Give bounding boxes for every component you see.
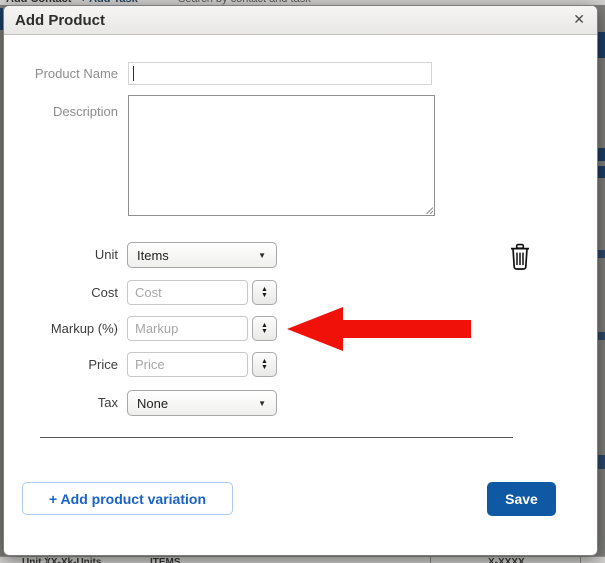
trash-icon[interactable] xyxy=(508,243,532,271)
background-fragment xyxy=(598,166,605,178)
background-fragment xyxy=(598,332,605,340)
spinner-down-icon[interactable]: ▼ xyxy=(261,328,268,335)
background-cell: ITEMS xyxy=(150,557,181,563)
price-stepper[interactable]: ▲ ▼ xyxy=(252,352,277,377)
screen: Add Contact + Add Task Search by contact… xyxy=(0,0,605,563)
unit-select-value: Items xyxy=(137,247,169,263)
description-textarea[interactable] xyxy=(128,95,435,216)
background-column-divider xyxy=(47,557,48,563)
chevron-down-icon: ▼ xyxy=(258,399,266,408)
resize-handle-icon[interactable] xyxy=(423,204,433,214)
product-name-input[interactable] xyxy=(128,62,432,85)
tax-select[interactable]: None ▼ xyxy=(127,390,277,416)
background-column-divider xyxy=(580,557,581,563)
add-product-modal: Add Product ✕ Product Name Description U… xyxy=(3,5,598,556)
unit-label: Unit xyxy=(94,247,118,262)
cost-stepper[interactable]: ▲ ▼ xyxy=(252,280,277,305)
modal-title: Add Product xyxy=(15,12,105,29)
modal-header: Add Product ✕ xyxy=(4,6,597,35)
background-cell: X-XXXX xyxy=(488,557,525,563)
tax-label: Tax xyxy=(97,395,118,410)
description-label: Description xyxy=(52,104,118,119)
add-product-variation-button[interactable]: + Add product variation xyxy=(22,482,233,515)
annotation-arrow-shaft xyxy=(341,320,471,338)
close-icon[interactable]: ✕ xyxy=(573,11,585,28)
price-input[interactable] xyxy=(127,352,248,377)
save-button[interactable]: Save xyxy=(487,482,556,516)
unit-select[interactable]: Items ▼ xyxy=(127,242,277,268)
product-name-label: Product Name xyxy=(34,66,118,81)
background-column-divider xyxy=(430,557,431,563)
spinner-down-icon[interactable]: ▼ xyxy=(261,292,268,299)
background-fragment xyxy=(598,250,605,258)
background-fragment xyxy=(598,455,605,469)
annotation-arrow-head xyxy=(287,307,343,351)
spinner-down-icon[interactable]: ▼ xyxy=(261,364,268,371)
background-table-row: Unit XX-Xk-Units ITEMS X-XXXX xyxy=(0,556,605,563)
chevron-down-icon: ▼ xyxy=(258,251,266,260)
text-caret xyxy=(133,66,134,81)
price-label: Price xyxy=(88,357,118,372)
cost-input[interactable] xyxy=(127,280,248,305)
cost-label: Cost xyxy=(91,285,118,300)
modal-body: Product Name Description Unit Items ▼ Co… xyxy=(4,36,597,555)
background-fragment xyxy=(598,148,605,161)
background-fragment xyxy=(598,32,605,58)
markup-input[interactable] xyxy=(127,316,248,341)
tax-select-value: None xyxy=(137,395,169,411)
markup-label: Markup (%) xyxy=(50,321,118,336)
markup-stepper[interactable]: ▲ ▼ xyxy=(252,316,277,341)
background-cell: Unit XX-Xk-Units xyxy=(22,557,102,563)
footer-divider xyxy=(40,437,513,438)
